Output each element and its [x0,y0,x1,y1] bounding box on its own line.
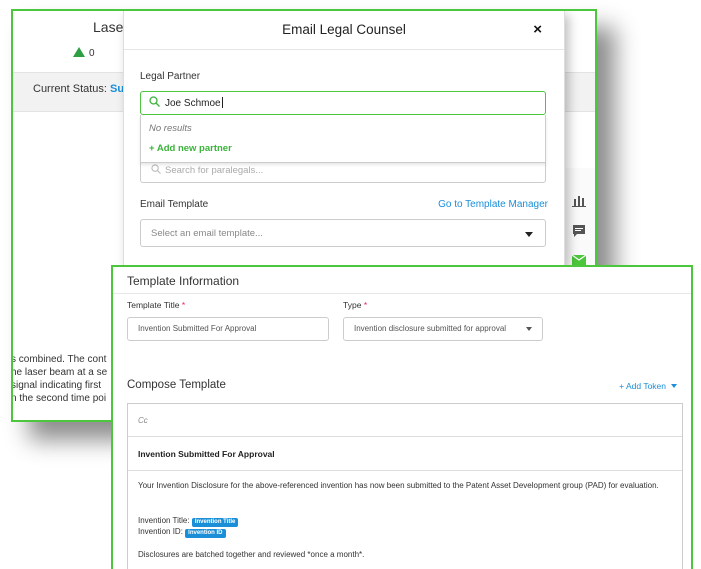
invention-id-label: Invention ID: [138,527,183,536]
template-title-value: Invention Submitted For Approval [138,324,257,333]
search-value[interactable]: Joe Schmoe [165,98,221,109]
partner-dropdown: No results + Add new partner [140,115,546,163]
invention-title-label: Invention Title: [138,516,190,525]
template-manager-link[interactable]: Go to Template Manager [438,199,548,210]
search-icon [151,164,161,177]
chevron-down-icon [526,327,532,331]
paralegal-search-input[interactable]: Search for paralegals... [140,163,546,183]
invention-id-token[interactable]: Invention ID [185,529,226,538]
divider [128,470,682,471]
type-value: Invention disclosure submitted for appro… [354,324,507,333]
template-information-title: Template Information [127,274,240,288]
type-select[interactable]: Invention disclosure submitted for appro… [343,317,543,341]
compose-template-title: Compose Template [127,379,226,391]
text-caret [221,97,223,108]
batch-note: Disclosures are batched together and rev… [138,550,365,559]
cc-field[interactable]: Cc [138,416,148,425]
type-label-text: Type [343,300,362,310]
template-title-label: Template Title * [127,300,185,310]
paralegal-placeholder: Search for paralegals... [165,165,264,176]
status-label: Current Status: [33,83,107,95]
comment-icon[interactable] [572,224,586,238]
close-icon[interactable]: × [533,21,542,38]
bar-chart-icon[interactable] [572,194,586,208]
add-new-partner-button[interactable]: + Add new partner [149,143,232,154]
legal-partner-label: Legal Partner [140,71,201,82]
required-mark: * [363,300,368,310]
email-template-select[interactable]: Select an email template... [140,219,546,247]
email-legal-counsel-modal: Email Legal Counsel × Legal Partner Joe … [123,11,565,266]
invention-title-line: Invention Title: Invention Title [138,516,239,527]
email-template-label: Email Template [140,199,209,210]
type-label: Type * [343,300,367,310]
status-line: Current Status: Sub [33,83,131,95]
vote-widget[interactable]: 0 [73,47,95,59]
divider [128,436,682,437]
subject-field[interactable]: Invention Submitted For Approval [138,449,275,459]
template-title-label-text: Template Title [127,300,180,310]
required-mark: * [181,300,186,310]
template-title-input[interactable]: Invention Submitted For Approval [127,317,329,341]
chevron-down-icon [525,232,533,237]
legal-partner-search-input[interactable]: Joe Schmoe [140,91,546,115]
vote-up-icon[interactable] [73,47,85,57]
add-token-label: + Add Token [619,381,666,391]
email-editor: Cc Invention Submitted For Approval Your… [127,403,683,569]
divider [113,293,691,294]
search-icon [149,96,160,110]
template-editor-panel: Template Information Template Title * In… [111,265,693,569]
vote-count: 0 [89,48,95,59]
add-token-button[interactable]: + Add Token [619,381,677,391]
invention-id-line: Invention ID: Invention ID [138,527,226,538]
email-body-paragraph[interactable]: Your Invention Disclosure for the above-… [138,480,668,491]
divider [124,49,564,50]
chevron-down-icon [671,384,677,388]
side-action-rail [561,168,595,268]
template-placeholder: Select an email template... [151,228,263,239]
invention-title-token[interactable]: Invention Title [191,518,239,527]
modal-title: Email Legal Counsel [282,22,406,37]
no-results-text: No results [149,123,192,134]
